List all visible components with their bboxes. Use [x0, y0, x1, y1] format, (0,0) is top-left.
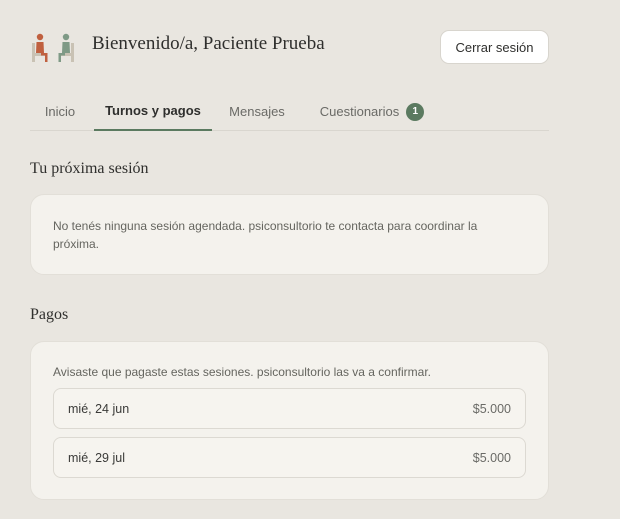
patient-portal: Bienvenido/a, Paciente Prueba Cerrar ses… — [0, 0, 620, 519]
payment-date: mié, 29 jul — [68, 450, 125, 465]
payments-title: Pagos — [30, 306, 69, 323]
tab-label: Cuestionarios — [319, 104, 400, 119]
payments-intro: Avisaste que pagaste estas sesiones. psi… — [53, 365, 431, 379]
logo-icon — [32, 33, 74, 62]
next-session-message: No tenés ninguna sesión agendada. psicon… — [53, 219, 478, 251]
tab-bar: Inicio Turnos y pagos Mensajes Cuestiona… — [30, 92, 549, 131]
payment-amount: $5.000 — [472, 450, 511, 465]
payments-card: Avisaste que pagaste estas sesiones. psi… — [30, 341, 549, 500]
next-session-card: No tenés ninguna sesión agendada. psicon… — [30, 194, 549, 275]
payment-amount: $5.000 — [472, 401, 511, 416]
tab-label: Mensajes — [229, 104, 285, 119]
tab-inicio[interactable]: Inicio — [30, 92, 90, 131]
tab-cuestionarios[interactable]: Cuestionarios 1 — [313, 92, 431, 131]
tab-mensajes[interactable]: Mensajes — [223, 92, 291, 131]
next-session-title: Tu próxima sesión — [30, 160, 149, 177]
tab-turnos-y-pagos[interactable]: Turnos y pagos — [94, 92, 212, 131]
tab-label: Inicio — [44, 104, 76, 119]
payment-row: mié, 24 jun $5.000 — [53, 388, 526, 429]
logout-button[interactable]: Cerrar sesión — [440, 30, 549, 64]
notification-badge: 1 — [406, 102, 425, 121]
welcome-title: Bienvenido/a, Paciente Prueba — [92, 33, 325, 54]
payment-date: mié, 24 jun — [68, 401, 130, 416]
tab-label: Turnos y pagos — [105, 103, 201, 118]
header: Bienvenido/a, Paciente Prueba Cerrar ses… — [30, 30, 549, 64]
payment-row: mié, 29 jul $5.000 — [53, 437, 526, 478]
